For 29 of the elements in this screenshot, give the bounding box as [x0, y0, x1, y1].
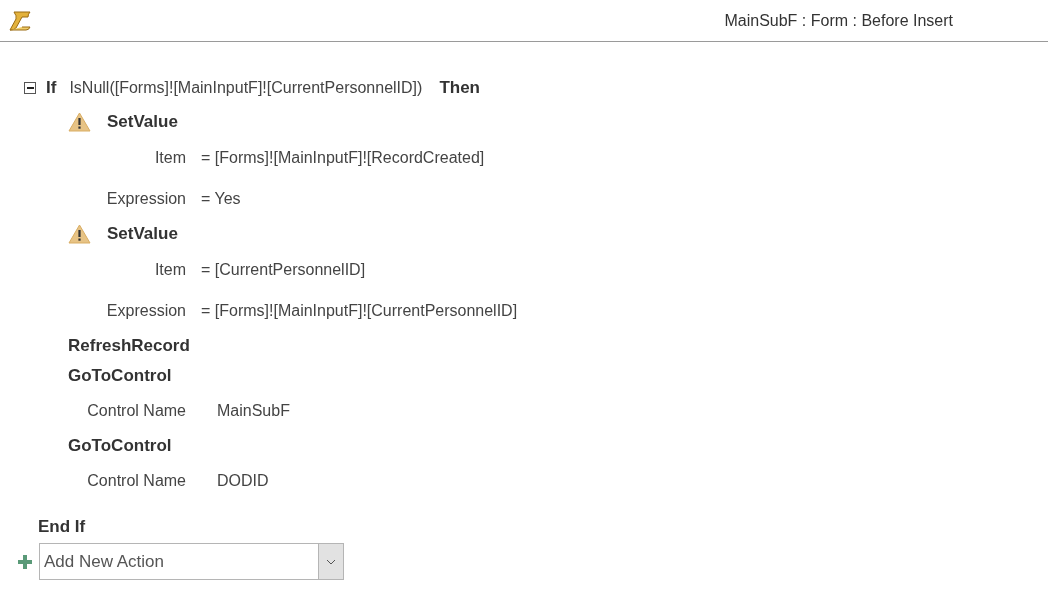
- argument-label: Item: [153, 259, 186, 280]
- end-if-keyword: End If: [38, 515, 86, 538]
- scroll-icon: [8, 9, 32, 32]
- warning-icon: [68, 224, 91, 244]
- warning-icon: [68, 112, 91, 132]
- add-action-field[interactable]: Add New Action: [39, 543, 319, 580]
- action-name[interactable]: GoToControl: [68, 433, 172, 459]
- action-name[interactable]: SetValue: [107, 109, 178, 135]
- argument-label: Expression: [105, 188, 186, 209]
- action-name[interactable]: RefreshRecord: [68, 333, 190, 359]
- window-title: MainSubF : Form : Before Insert: [724, 10, 953, 31]
- condition-text[interactable]: IsNull([Forms]![MainInputF]![CurrentPersonnelID]): [69, 76, 423, 100]
- argument-value[interactable]: DODID: [217, 469, 269, 493]
- action-name[interactable]: SetValue: [107, 221, 178, 247]
- argument-value[interactable]: = Yes: [201, 186, 241, 211]
- argument-value[interactable]: = [Forms]![MainInputF]![RecordCreated]: [201, 145, 485, 170]
- action-name[interactable]: GoToControl: [68, 363, 172, 389]
- chevron-down-icon: [326, 558, 336, 565]
- collapse-icon[interactable]: [24, 82, 36, 94]
- argument-label: Expression: [105, 300, 186, 321]
- if-keyword: If: [46, 77, 57, 100]
- argument-label: Item: [153, 147, 186, 168]
- argument-label: Control Name: [86, 471, 186, 491]
- argument-value[interactable]: MainSubF: [217, 399, 290, 423]
- argument-value[interactable]: = [Forms]![MainInputF]![CurrentPersonnelID]: [201, 298, 518, 323]
- argument-label: Control Name: [86, 401, 186, 421]
- argument-value[interactable]: = [CurrentPersonnelID]: [201, 257, 366, 282]
- plus-icon[interactable]: [18, 554, 32, 569]
- then-keyword: Then: [439, 77, 480, 100]
